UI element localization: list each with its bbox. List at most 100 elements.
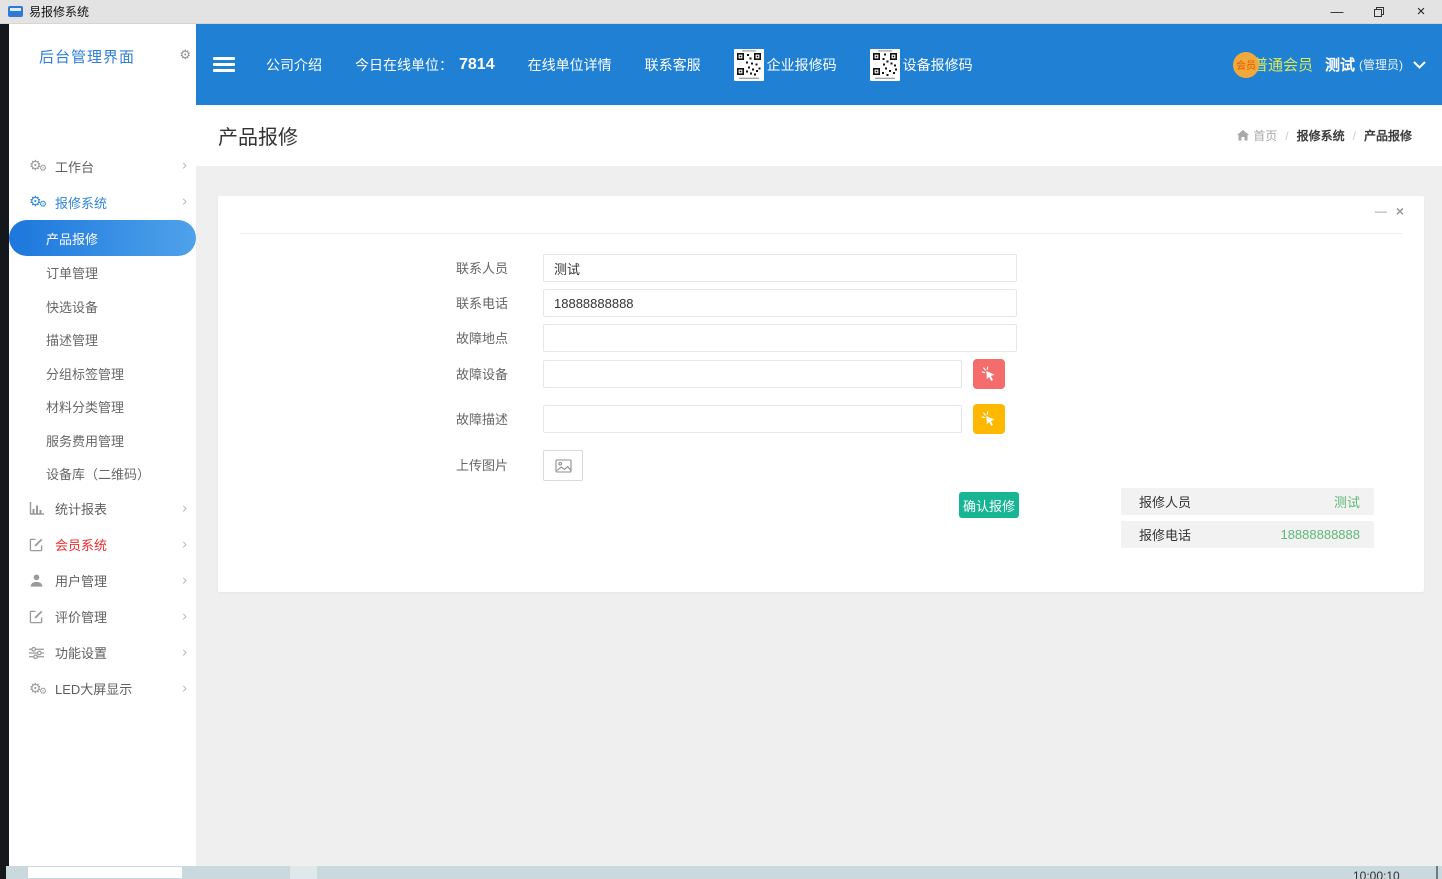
select-description-button[interactable] xyxy=(973,404,1005,434)
repair-person-row: 报修人员 测试 xyxy=(1121,488,1374,515)
breadcrumb-current: 产品报修 xyxy=(1364,127,1412,144)
fault-device-input[interactable] xyxy=(543,360,962,388)
sidebar-item-label: 快选设备 xyxy=(46,297,98,316)
nav-device-repair-qrcode[interactable]: 设备报修码 xyxy=(870,49,973,81)
chevron-right-icon: › xyxy=(182,156,187,173)
home-icon xyxy=(1237,130,1249,141)
nav-online-units[interactable]: 今日在线单位： 7814 xyxy=(355,55,495,75)
image-icon xyxy=(555,459,572,473)
sidebar-item-user-management[interactable]: 用户管理 › xyxy=(9,563,196,599)
scrollbar-segment xyxy=(290,866,317,879)
breadcrumb-section[interactable]: 报修系统 xyxy=(1297,127,1345,144)
horizontal-scrollbar[interactable]: 10:00:10 xyxy=(0,866,1442,879)
scrollbar-thumb[interactable] xyxy=(28,867,182,878)
user-role: (管理员) xyxy=(1359,56,1403,73)
chevron-right-icon: › xyxy=(182,571,187,588)
page-header: 产品报修 首页 / 报修系统 / 产品报修 xyxy=(196,105,1442,166)
sidebar-menu: 工作台 › 报修系统 › 产品报修 订单管理 快选设备 描述管理 分组标签管理 … xyxy=(9,148,196,707)
clipped-clock-text: 10:00:10 xyxy=(1353,869,1400,879)
sidebar-item-order-management[interactable]: 订单管理 xyxy=(9,256,196,290)
sidebar-item-quick-device[interactable]: 快选设备 xyxy=(9,290,196,324)
gears-icon xyxy=(29,194,55,210)
breadcrumb: 首页 / 报修系统 / 产品报修 xyxy=(1237,127,1412,144)
fault-description-input[interactable] xyxy=(543,405,962,433)
nav-contact-support[interactable]: 联系客服 xyxy=(645,55,701,75)
sidebar-item-label: 用户管理 xyxy=(55,571,107,590)
card-close-button[interactable]: × xyxy=(1396,204,1404,218)
window-minimize-button[interactable]: — xyxy=(1316,0,1358,24)
sidebar-item-label: 订单管理 xyxy=(46,263,98,282)
chevron-right-icon: › xyxy=(182,535,187,552)
sidebar-item-group-tag-management[interactable]: 分组标签管理 xyxy=(9,357,196,391)
card-header-divider xyxy=(240,233,1402,234)
sidebar-item-description-management[interactable]: 描述管理 xyxy=(9,323,196,357)
cursor-click-icon xyxy=(981,411,997,427)
chevron-right-icon: › xyxy=(182,607,187,624)
field-label: 故障描述 xyxy=(408,405,508,435)
breadcrumb-separator: / xyxy=(1285,129,1288,143)
repair-form-card: — × 联系人员 联系电话 故障地点 故障设备 xyxy=(218,196,1424,592)
select-device-button[interactable] xyxy=(973,359,1005,389)
sidebar-item-material-category-management[interactable]: 材料分类管理 xyxy=(9,390,196,424)
window-maximize-button[interactable] xyxy=(1358,0,1400,24)
nav-company-repair-qrcode[interactable]: 企业报修码 xyxy=(734,49,837,81)
qr-device-label: 设备报修码 xyxy=(903,55,973,75)
member-badge: 会员 xyxy=(1233,52,1259,78)
user-icon xyxy=(29,573,55,588)
window-close-button[interactable]: × xyxy=(1400,0,1442,24)
sidebar-item-workbench[interactable]: 工作台 › xyxy=(9,148,196,184)
user-menu[interactable]: 会员 普通会员 测试 (管理员) xyxy=(1233,52,1426,78)
online-units-label: 今日在线单位： xyxy=(355,55,453,75)
sidebar-item-repair-system[interactable]: 报修系统 › xyxy=(9,184,196,220)
sliders-icon xyxy=(29,646,55,660)
top-navbar: 公司介绍 今日在线单位： 7814 在线单位详情 联系客服 xyxy=(196,24,1442,105)
chevron-right-icon: › xyxy=(182,192,187,209)
fault-location-input[interactable] xyxy=(543,324,1017,352)
repair-phone-row: 报修电话 18888888888 xyxy=(1121,521,1374,548)
confirm-repair-button[interactable]: 确认报修 xyxy=(959,492,1019,518)
sidebar-item-device-library-qrcode[interactable]: 设备库（二维码） xyxy=(9,457,196,491)
field-label: 联系电话 xyxy=(408,289,508,319)
sidebar-item-label: 会员系统 xyxy=(55,535,107,554)
gears-icon xyxy=(29,158,55,174)
sidebar-item-statistics-report[interactable]: 统计报表 › xyxy=(9,491,196,527)
card-minimize-button[interactable]: — xyxy=(1375,204,1387,218)
edit-icon xyxy=(29,609,55,624)
sidebar-item-member-system[interactable]: 会员系统 › xyxy=(9,527,196,563)
sidebar-item-label: 产品报修 xyxy=(46,229,98,248)
frame-corner xyxy=(0,866,6,879)
sidebar-item-service-fee-management[interactable]: 服务费用管理 xyxy=(9,424,196,458)
chevron-right-icon: › xyxy=(182,679,187,696)
field-label: 故障地点 xyxy=(408,324,508,354)
contact-person-input[interactable] xyxy=(543,254,1017,282)
sidebar-item-label: 描述管理 xyxy=(46,330,98,349)
content-area: — × 联系人员 联系电话 故障地点 故障设备 xyxy=(196,166,1442,866)
breadcrumb-home-label: 首页 xyxy=(1253,127,1277,144)
field-label: 上传图片 xyxy=(408,450,508,481)
app-icon xyxy=(8,6,23,17)
bar-chart-icon xyxy=(29,501,55,516)
sidebar-item-label: 材料分类管理 xyxy=(46,397,124,416)
breadcrumb-home[interactable]: 首页 xyxy=(1237,127,1277,144)
sidebar-item-label: 分组标签管理 xyxy=(46,364,124,383)
sidebar-item-label: 统计报表 xyxy=(55,499,107,518)
window-title: 易报修系统 xyxy=(29,3,89,20)
sidebar-item-function-settings[interactable]: 功能设置 › xyxy=(9,635,196,671)
nav-company-intro[interactable]: 公司介绍 xyxy=(266,55,322,75)
hamburger-menu-icon[interactable] xyxy=(213,57,235,72)
sidebar-gear-icon[interactable] xyxy=(179,48,191,61)
contact-phone-input[interactable] xyxy=(543,289,1017,317)
nav-online-units-detail[interactable]: 在线单位详情 xyxy=(528,55,612,75)
breadcrumb-separator: / xyxy=(1353,129,1356,143)
sidebar-item-review-management[interactable]: 评价管理 › xyxy=(9,599,196,635)
sidebar-item-label: 功能设置 xyxy=(55,643,107,662)
window-titlebar: 易报修系统 — × xyxy=(0,0,1442,24)
user-name: 测试 xyxy=(1325,54,1355,75)
sidebar-item-product-repair[interactable]: 产品报修 xyxy=(9,220,196,256)
qrcode-icon xyxy=(734,49,764,81)
sidebar-title: 后台管理界面 xyxy=(39,46,135,67)
sidebar-item-led-display[interactable]: LED大屏显示 › xyxy=(9,671,196,707)
field-label: 联系人员 xyxy=(408,254,508,284)
upload-image-button[interactable] xyxy=(543,450,583,481)
gears-icon xyxy=(29,681,55,697)
